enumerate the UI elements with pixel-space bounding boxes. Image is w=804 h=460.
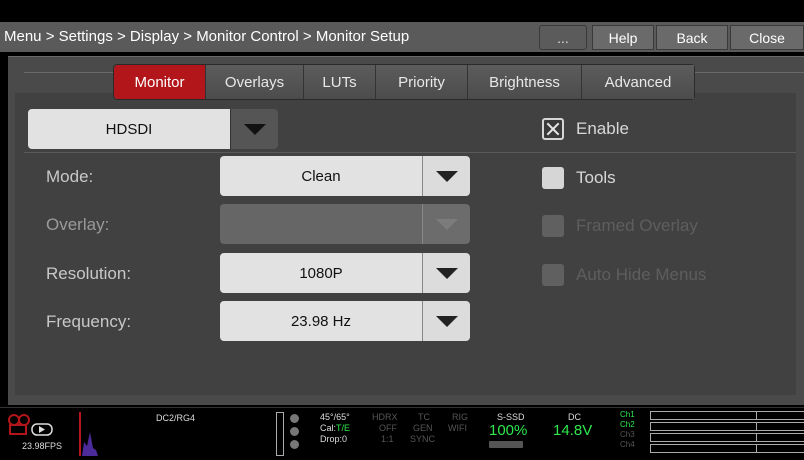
frequency-arrow[interactable] [422, 301, 470, 341]
resolution-label: Resolution: [46, 264, 132, 283]
checkbox-icon [542, 215, 564, 237]
status-dot [290, 414, 299, 423]
tab-monitor[interactable]: Monitor [114, 65, 206, 99]
tab-priority[interactable]: Priority [376, 65, 468, 99]
checkbox-icon [542, 167, 564, 189]
frequency-label: Frequency: [46, 312, 132, 331]
tc-sync: SYNC [410, 434, 436, 444]
resolution-arrow[interactable] [422, 253, 470, 293]
chevron-down-icon [435, 267, 458, 279]
breadcrumb: Menu > Settings > Display > Monitor Cont… [4, 28, 410, 45]
histogram-icon [82, 432, 98, 456]
enable-checkbox[interactable]: Enable [542, 118, 629, 140]
framed-overlay-checkbox: Framed Overlay [542, 215, 698, 237]
output-select[interactable]: HDSDI [28, 109, 278, 149]
auto-hide-menus-label: Auto Hide Menus [576, 265, 707, 284]
channel-3-label: Ch3 [620, 430, 635, 439]
chevron-down-icon [435, 315, 458, 327]
audio-level-bar [79, 412, 81, 456]
overlay-select [220, 204, 470, 244]
audio-meter-ch1 [650, 411, 804, 420]
audio-meter-ch4 [650, 444, 804, 453]
output-select-arrow[interactable] [230, 109, 278, 149]
tc-value: GEN [413, 423, 433, 433]
tab-bar: Monitor Overlays LUTs Priority Brightnes… [113, 64, 695, 100]
audio-meter-ch3 [650, 433, 804, 442]
rig-label: RIG [452, 412, 469, 422]
mode-label: Mode: [46, 167, 94, 186]
tab-advanced[interactable]: Advanced [582, 65, 694, 99]
back-button[interactable]: Back [656, 25, 728, 50]
rig-value: WIFI [448, 423, 467, 433]
status-bar: 23.98FPS DC2/RG4 45°/65° Cal:T/E Drop:0 … [0, 407, 804, 460]
tc-label: TC [418, 412, 430, 422]
hdrx-value: OFF [379, 423, 397, 433]
media-value: 100% [489, 422, 528, 439]
resolution-value: 1080P [220, 253, 422, 293]
mode-value: Clean [220, 156, 422, 196]
checked-box-icon [542, 118, 564, 140]
help-button[interactable]: Help [592, 25, 654, 50]
tab-overlays[interactable]: Overlays [206, 65, 304, 99]
title-bar: Menu > Settings > Display > Monitor Cont… [0, 22, 804, 52]
channel-2-label: Ch2 [620, 420, 635, 429]
tools-label: Tools [576, 168, 616, 187]
overlay-arrow [422, 204, 470, 244]
enable-label: Enable [576, 119, 629, 138]
cal-value: T/E [336, 423, 351, 433]
dropped-frames: Drop:0 [320, 434, 348, 444]
cal-label: Cal: [320, 423, 337, 433]
temperature: 45°/65° [320, 412, 350, 422]
divider [24, 152, 796, 153]
close-button[interactable]: Close [730, 25, 804, 50]
channel-4-label: Ch4 [620, 440, 635, 449]
top-margin [0, 0, 804, 22]
audio-meters [650, 411, 804, 455]
hdrx-label: HDRX [372, 412, 398, 422]
status-dot [290, 427, 299, 436]
media-format-badge [489, 441, 523, 448]
frequency-value: 23.98 Hz [220, 301, 422, 341]
resolution-select[interactable]: 1080P [220, 253, 470, 293]
frequency-select[interactable]: 23.98 Hz [220, 301, 470, 341]
calibration: Cal:T/E [320, 423, 350, 434]
tab-brightness[interactable]: Brightness [468, 65, 582, 99]
auto-hide-menus-checkbox: Auto Hide Menus [542, 264, 706, 286]
tools-checkbox[interactable]: Tools [542, 167, 616, 189]
status-dot [290, 440, 299, 449]
level-meter [276, 412, 284, 456]
more-button[interactable]: ... [539, 25, 587, 50]
audio-meter-ch2 [650, 422, 804, 431]
color-space: DC2/RG4 [156, 413, 196, 423]
overlay-label: Overlay: [46, 215, 110, 234]
mode-select[interactable]: Clean [220, 156, 470, 196]
chevron-down-icon [435, 170, 458, 182]
framed-overlay-label: Framed Overlay [576, 216, 698, 235]
fps-readout: 23.98FPS [22, 441, 63, 451]
mode-arrow[interactable] [422, 156, 470, 196]
channel-1-label: Ch1 [620, 410, 635, 419]
power-value: 14.8V [553, 422, 593, 439]
hdrx-ratio: 1:1 [381, 434, 394, 444]
checkbox-icon [542, 264, 564, 286]
tab-luts[interactable]: LUTs [304, 65, 376, 99]
chevron-down-icon [435, 218, 458, 230]
camera-icon [8, 414, 53, 436]
output-select-value: HDSDI [28, 109, 230, 149]
overlay-value [220, 204, 422, 244]
chevron-down-icon [243, 123, 266, 135]
